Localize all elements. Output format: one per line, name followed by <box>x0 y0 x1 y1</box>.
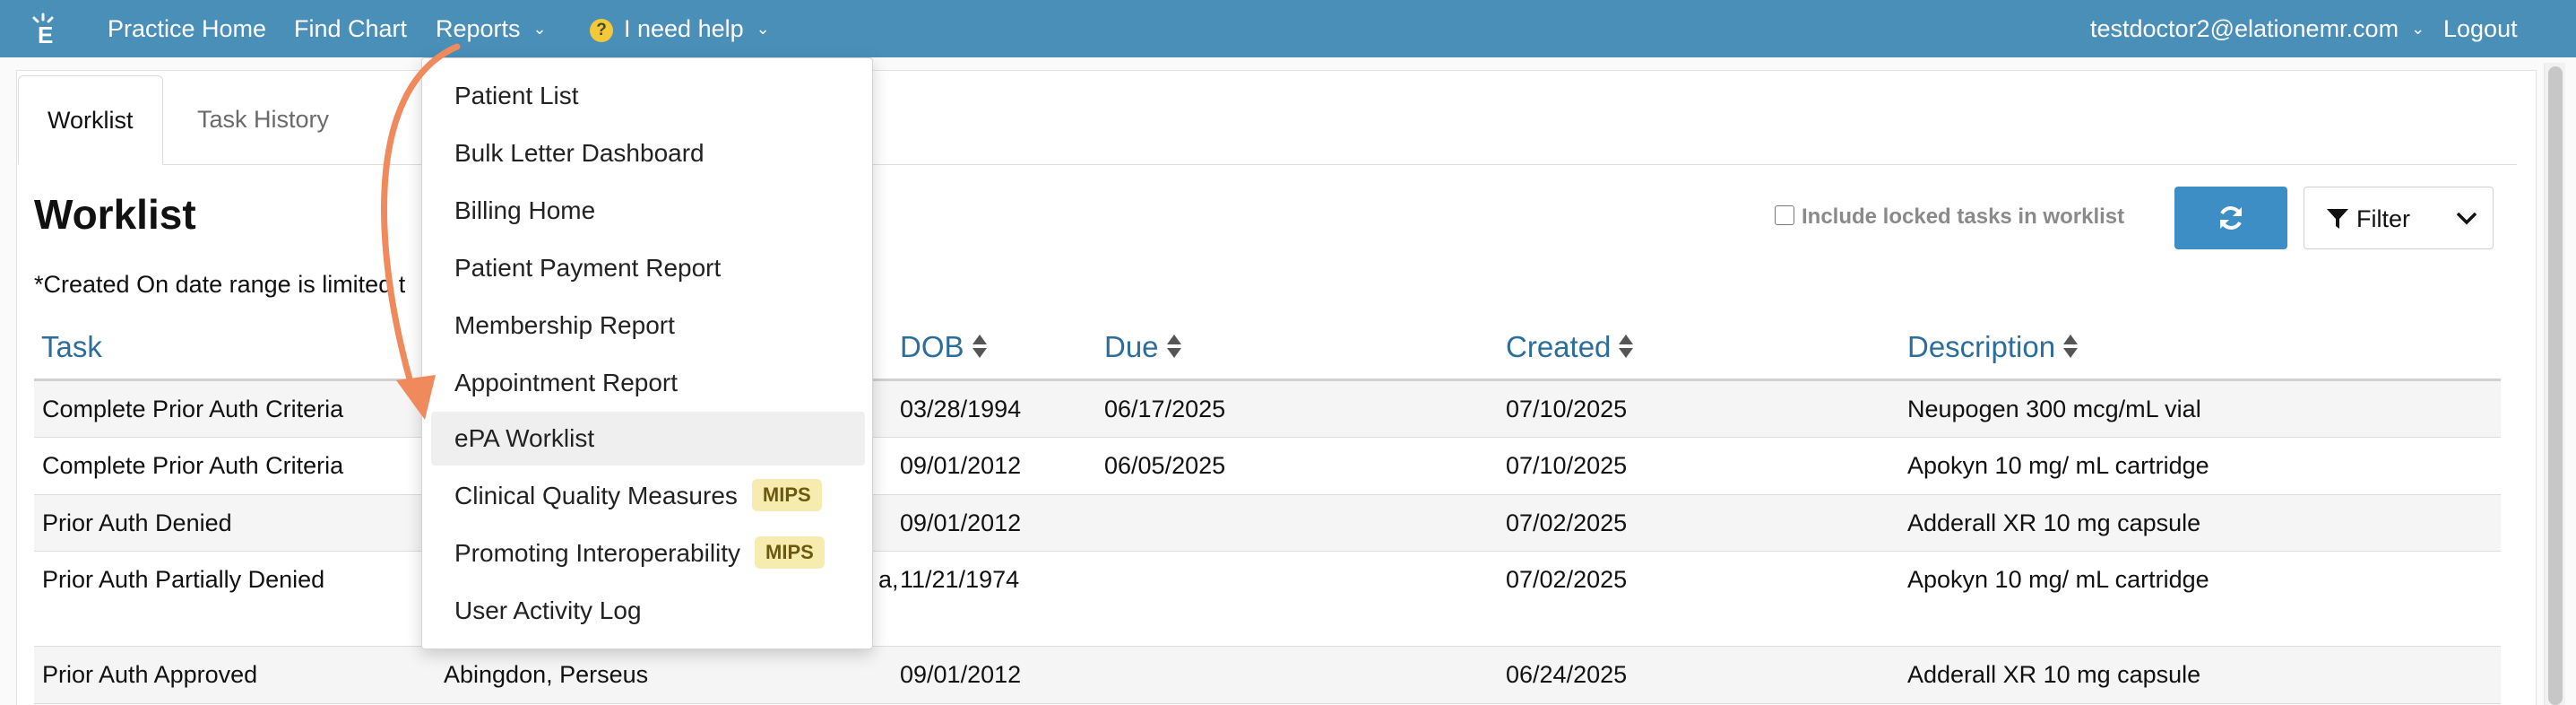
column-header-description[interactable]: Description <box>1907 330 2079 364</box>
cell-due: 06/05/2025 <box>1104 452 1226 479</box>
chevron-down-icon: ⌄ <box>532 20 547 38</box>
cell-patient[interactable]: a, <box>878 566 899 594</box>
nav-user-menu[interactable]: testdoctor2@elationemr.com ⌄ <box>2090 0 2425 57</box>
elation-logo-icon[interactable]: E <box>25 7 68 50</box>
menu-item-clinical-quality-measures[interactable]: Clinical Quality Measures MIPS <box>431 469 865 523</box>
nav-find-chart[interactable]: Find Chart <box>294 0 407 57</box>
column-header-created-label: Created <box>1506 330 1612 363</box>
cell-dob: 09/01/2012 <box>900 452 1022 479</box>
menu-item-user-activity-log[interactable]: User Activity Log <box>431 584 865 638</box>
refresh-icon <box>2220 206 2242 230</box>
mips-badge: MIPS <box>751 478 822 511</box>
cell-dob: 09/01/2012 <box>900 509 1022 536</box>
cell-description: Neupogen 300 mcg/mL vial <box>1907 396 2201 422</box>
sort-icon <box>972 335 987 359</box>
cell-dob: 09/01/2012 <box>900 661 1022 688</box>
include-locked-checkbox[interactable] <box>1775 205 1794 225</box>
cell-dob: 03/28/1994 <box>900 396 1022 422</box>
table-row[interactable]: Prior Auth Partially Denied a, 11/21/197… <box>34 552 2501 647</box>
cell-created: 06/24/2025 <box>1506 661 1628 688</box>
mips-badge: MIPS <box>755 535 825 569</box>
sort-icon <box>2063 335 2079 359</box>
cell-task: Prior Auth Denied <box>42 509 232 536</box>
include-locked-label: Include locked tasks in worklist <box>1802 205 2125 229</box>
top-nav-bar: E Practice Home Find Chart Reports ⌄ ? I n… <box>0 0 2576 66</box>
filter-icon <box>2327 209 2348 229</box>
scrollbar-thumb[interactable] <box>2548 66 2563 705</box>
chevron-down-icon: ⌄ <box>2411 20 2425 38</box>
column-header-task[interactable]: Task <box>41 330 102 364</box>
menu-item-membership-report[interactable]: Membership Report <box>431 299 865 352</box>
cell-created: 07/10/2025 <box>1506 396 1628 422</box>
refresh-button[interactable] <box>2174 187 2287 249</box>
page-title: Worklist <box>34 191 196 238</box>
column-header-description-label: Description <box>1907 330 2056 363</box>
menu-item-promoting-interoperability[interactable]: Promoting Interoperability MIPS <box>431 527 865 580</box>
reports-dropdown-menu: Patient List Bulk Letter Dashboard Billi… <box>421 57 873 649</box>
cell-dob: 11/21/1974 <box>900 566 1020 593</box>
cell-created: 07/02/2025 <box>1506 509 1628 536</box>
menu-item-epa-worklist[interactable]: ePA Worklist <box>431 412 865 466</box>
table-row[interactable]: Prior Auth Approved Abingdon, Perseus 09… <box>34 647 2501 704</box>
column-header-dob[interactable]: DOB <box>900 330 988 364</box>
chevron-down-icon <box>2456 212 2477 225</box>
cell-patient[interactable]: Abingdon, Perseus <box>444 661 648 689</box>
menu-item-billing-home[interactable]: Billing Home <box>431 184 865 238</box>
cell-due: 06/17/2025 <box>1104 396 1226 422</box>
nav-user-label: testdoctor2@elationemr.com <box>2090 15 2399 42</box>
nav-reports-label: Reports <box>436 15 521 42</box>
menu-item-patient-payment-report[interactable]: Patient Payment Report <box>431 241 865 295</box>
menu-item-appointment-report[interactable]: Appointment Report <box>431 356 865 410</box>
sort-icon <box>1619 335 1634 359</box>
question-icon: ? <box>590 19 613 42</box>
cell-created: 07/02/2025 <box>1506 566 1628 593</box>
chevron-down-icon: ⌄ <box>756 20 770 38</box>
filter-button[interactable]: Filter <box>2304 187 2494 249</box>
column-header-dob-label: DOB <box>900 330 964 363</box>
cell-description: Adderall XR 10 mg capsule <box>1907 509 2201 536</box>
tab-task-history[interactable]: Task History <box>169 75 358 165</box>
sort-icon <box>1166 335 1181 359</box>
nav-practice-home[interactable]: Practice Home <box>108 0 266 57</box>
include-locked-option[interactable]: Include locked tasks in worklist <box>1775 205 2124 230</box>
table-row[interactable]: Complete Prior Auth Criteria 09/01/2012 … <box>34 438 2501 495</box>
tab-bar: Worklist Task History <box>18 75 2517 165</box>
table-row[interactable]: Prior Auth Denied 09/01/2012 07/02/2025 … <box>34 495 2501 552</box>
menu-item-label: Clinical Quality Measures <box>454 482 738 509</box>
cell-created: 07/10/2025 <box>1506 452 1628 479</box>
nav-logout[interactable]: Logout <box>2443 0 2518 57</box>
nav-reports[interactable]: Reports ⌄ <box>436 0 547 57</box>
column-header-due-label: Due <box>1104 330 1159 363</box>
cell-task: Prior Auth Partially Denied <box>42 566 325 593</box>
cell-description: Adderall XR 10 mg capsule <box>1907 661 2201 688</box>
tab-worklist[interactable]: Worklist <box>18 75 163 165</box>
cell-description: Apokyn 10 mg/ mL cartridge <box>1907 452 2209 479</box>
svg-text:E: E <box>38 22 53 48</box>
vertical-scrollbar[interactable] <box>2544 63 2565 705</box>
menu-item-bulk-letter-dashboard[interactable]: Bulk Letter Dashboard <box>431 126 865 180</box>
cell-description: Apokyn 10 mg/ mL cartridge <box>1907 566 2209 593</box>
column-header-due[interactable]: Due <box>1104 330 1182 364</box>
menu-item-label: Promoting Interoperability <box>454 539 741 567</box>
cell-task: Complete Prior Auth Criteria <box>42 452 344 479</box>
menu-item-patient-list[interactable]: Patient List <box>431 69 865 123</box>
filter-label: Filter <box>2356 205 2410 232</box>
table-row[interactable]: Complete Prior Auth Criteria 03/28/1994 … <box>34 381 2501 438</box>
cell-task: Prior Auth Approved <box>42 661 258 688</box>
nav-help[interactable]: ? I need help ⌄ <box>590 0 770 57</box>
nav-help-label: I need help <box>624 15 744 42</box>
column-header-created[interactable]: Created <box>1506 330 1634 364</box>
cell-task: Complete Prior Auth Criteria <box>42 396 344 422</box>
date-range-note: *Created On date range is limited t <box>34 271 406 298</box>
